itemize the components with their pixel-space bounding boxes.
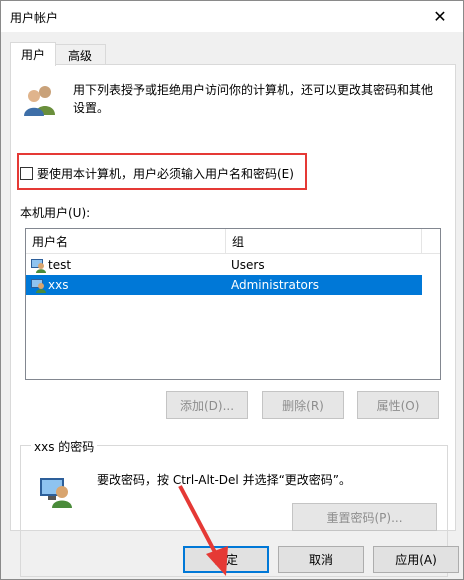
reset-password-button[interactable]: 重置密码(P)... [292, 503, 437, 531]
table-row-selected[interactable]: xxs Administrators [26, 275, 422, 295]
intro-text: 用下列表授予或拒绝用户访问你的计算机，还可以更改其密码和其他设置。 [73, 83, 434, 115]
cancel-button[interactable]: 取消 [278, 546, 364, 573]
window-title: 用户帐户 [10, 11, 59, 25]
tab-users[interactable]: 用户 [10, 42, 56, 66]
user-group: Administrators [231, 278, 320, 292]
column-group[interactable]: 组 [226, 229, 422, 253]
change-password-icon [40, 478, 72, 508]
dialog-footer: 确定 取消 应用(A) [1, 538, 463, 579]
user-accounts-window: 用户帐户 ✕ 用户 高级 用下列表授予或拒绝用户访问你的计算机，还可以更改其密码… [0, 0, 464, 580]
column-username[interactable]: 用户名 [26, 229, 226, 253]
local-users-label: 本机用户(U): [20, 206, 91, 220]
user-group: Users [231, 258, 265, 272]
ok-button[interactable]: 确定 [183, 546, 269, 573]
users-tab-panel: 用下列表授予或拒绝用户访问你的计算机，还可以更改其密码和其他设置。 要使用本计算… [10, 64, 456, 577]
dialog-body: 用户 高级 用下列表授予或拒绝用户访问你的计算机，还可以更改其密码和其他设置。 … [1, 32, 463, 579]
password-group-title: xxs 的密码 [31, 438, 98, 455]
users-list-header: 用户名 组 [26, 229, 440, 254]
users-list[interactable]: 用户名 组 test Users xxs Administrators [25, 228, 441, 380]
require-login-checkbox[interactable] [20, 167, 33, 180]
title-bar: 用户帐户 ✕ [1, 1, 463, 32]
user-icon [31, 279, 46, 293]
apply-button[interactable]: 应用(A) [373, 546, 459, 573]
add-user-button[interactable]: 添加(D)... [166, 391, 248, 419]
require-login-option[interactable]: 要使用本计算机，用户必须输入用户名和密码(E) [20, 165, 294, 182]
users-icon [24, 86, 55, 116]
user-name: xxs [48, 278, 69, 292]
remove-user-button[interactable]: 删除(R) [262, 391, 344, 419]
tab-advanced[interactable]: 高级 [54, 44, 106, 65]
table-row[interactable]: test Users [26, 255, 422, 275]
change-password-hint: 要改密码，按 Ctrl-Alt-Del 并选择“更改密码”。 [97, 473, 352, 487]
properties-button[interactable]: 属性(O) [357, 391, 439, 419]
user-icon [31, 259, 46, 273]
user-name: test [48, 258, 72, 272]
close-icon[interactable]: ✕ [417, 1, 463, 32]
require-login-label: 要使用本计算机，用户必须输入用户名和密码(E) [37, 167, 294, 181]
